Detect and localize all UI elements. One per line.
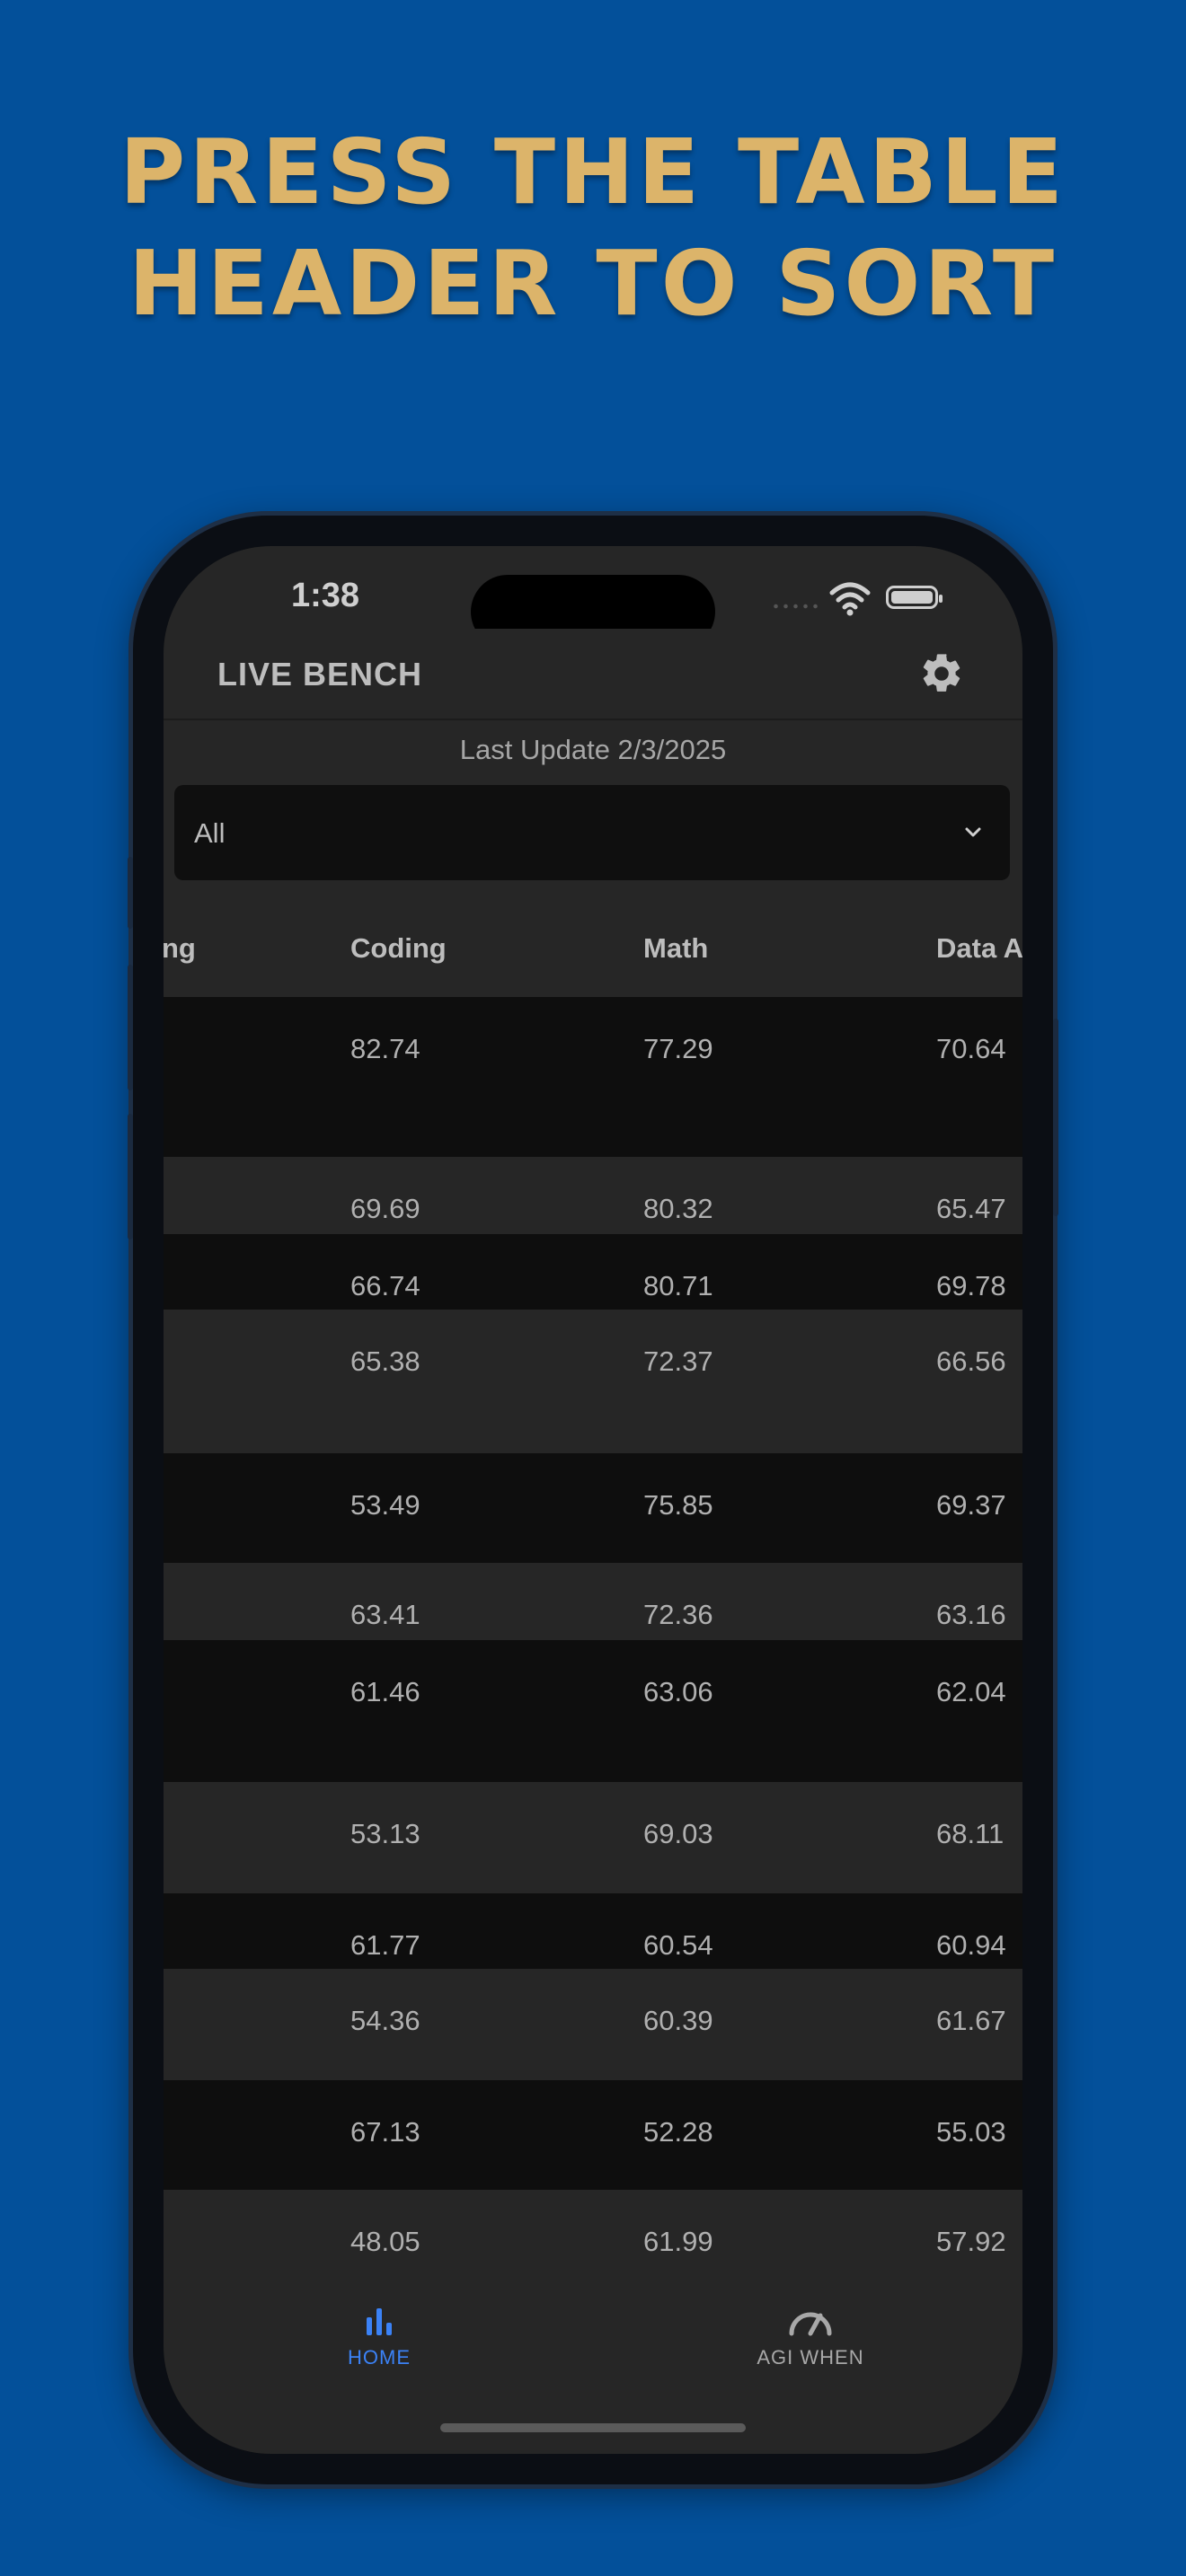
table-row[interactable]: 63.41 72.36 63.16 [164,1563,1022,1640]
column-header-coding[interactable]: Coding [350,932,447,965]
nav-bar: LIVE BENCH [164,629,1022,720]
cell-coding: 53.49 [350,1489,420,1521]
chevron-down-icon [965,827,981,837]
cell-coding: 61.77 [350,1929,420,1961]
table-row[interactable]: 53.13 69.03 68.11 [164,1782,1022,1893]
last-update-text: Last Update 2/3/2025 [459,734,727,765]
cell-data-analysis: 62.04 [936,1676,1006,1707]
cell-data-analysis: 55.03 [936,2116,1006,2148]
cell-data-analysis: 61.67 [936,2005,1006,2036]
cell-math: 69.03 [643,1818,713,1849]
table-row[interactable]: 54.36 60.39 61.67 [164,1969,1022,2080]
cell-data-analysis: 65.47 [936,1193,1006,1224]
cell-math: 72.36 [643,1599,713,1630]
cell-data-analysis: 68.11 [936,1818,1005,1849]
cell-coding: 53.13 [350,1818,420,1849]
table-row[interactable]: 61.77 60.54 60.94 [164,1893,1022,1969]
cell-math: 77.29 [643,1033,713,1064]
table-body: 82.74 77.29 70.64 69.69 80.32 65.47 66.7… [164,997,1022,2316]
cell-coding: 54.36 [350,2005,420,2036]
last-update-bar: Last Update 2/3/2025 [164,720,1022,780]
app-title: LIVE BENCH [217,656,423,693]
table-row[interactable]: 69.69 80.32 65.47 [164,1157,1022,1234]
table-row[interactable]: 67.13 52.28 55.03 [164,2080,1022,2190]
filter-area: All [164,780,1022,891]
tab-home[interactable]: HOME [289,2303,469,2369]
cell-math: 72.37 [643,1345,713,1377]
column-header-data-analysis[interactable]: Data A [936,932,1022,965]
cell-math: 80.32 [643,1193,713,1224]
cell-data-analysis: 69.78 [936,1270,1006,1301]
table-row[interactable]: 82.74 77.29 70.64 [164,997,1022,1157]
cell-coding: 82.74 [350,1033,420,1064]
cell-coding: 67.13 [350,2116,420,2148]
cell-coding: 61.46 [350,1676,420,1707]
cell-math: 80.71 [643,1270,713,1301]
column-header-reasoning[interactable]: ng [164,932,196,965]
cell-math: 61.99 [643,2226,713,2257]
tab-home-label: HOME [348,2346,411,2369]
gear-icon[interactable] [918,650,965,697]
table-row[interactable]: 65.38 72.37 66.56 [164,1310,1022,1453]
table-row[interactable]: 53.49 75.85 69.37 [164,1453,1022,1563]
speedometer-icon [789,2312,832,2336]
cell-data-analysis: 69.37 [936,1489,1006,1521]
bar-chart-icon [367,2308,392,2335]
promo-headline: PRESS THE TABLE HEADER TO SORT [0,117,1186,340]
signal-dots-icon [771,604,821,609]
cell-math: 60.54 [643,1929,713,1961]
cell-math: 75.85 [643,1489,713,1521]
cell-coding: 48.05 [350,2226,420,2257]
power-button [1053,1019,1058,1216]
action-button [128,857,133,929]
cell-data-analysis: 63.16 [936,1599,1006,1630]
cell-coding: 69.69 [350,1193,420,1224]
cell-math: 60.39 [643,2005,713,2036]
cell-data-analysis: 66.56 [936,1345,1006,1377]
cell-coding: 65.38 [350,1345,420,1377]
phone-frame: 1:38 LIVE BENCH Last Update 2/3/2025 All… [128,516,1058,2484]
cell-math: 52.28 [643,2116,713,2148]
status-time: 1:38 [291,577,360,614]
tab-agi-when[interactable]: AGI WHEN [721,2303,900,2369]
battery-icon [886,586,943,609]
volume-down-button [128,1114,133,1239]
cell-math: 63.06 [643,1676,713,1707]
category-select[interactable]: All [174,785,1010,880]
cell-coding: 63.41 [350,1599,420,1630]
home-indicator[interactable] [440,2423,746,2432]
cell-coding: 66.74 [350,1270,420,1301]
table-row[interactable]: 61.46 63.06 62.04 [164,1640,1022,1782]
volume-up-button [128,965,133,1090]
app-screen: 1:38 LIVE BENCH Last Update 2/3/2025 All… [164,546,1022,2454]
headline-line-1: PRESS THE TABLE [119,119,1067,225]
wifi-icon [829,582,871,616]
category-select-value: All [194,817,226,849]
column-header-math[interactable]: Math [643,932,708,965]
status-bar: 1:38 [164,546,1022,648]
cell-data-analysis: 70.64 [936,1033,1006,1064]
cell-data-analysis: 57.92 [936,2226,1006,2257]
cell-data-analysis: 60.94 [936,1929,1006,1961]
tab-agi-when-label: AGI WHEN [757,2346,864,2369]
table-row[interactable]: 66.74 80.71 69.78 [164,1234,1022,1310]
headline-line-2: HEADER TO SORT [128,231,1058,336]
table-header: ng Coding Math Data A [164,891,1022,997]
